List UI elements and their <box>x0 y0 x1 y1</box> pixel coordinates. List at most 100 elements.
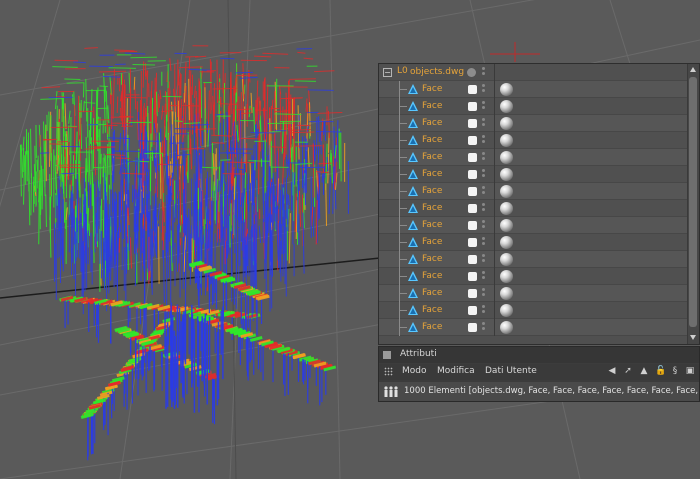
object-label[interactable]: Face <box>422 271 442 281</box>
back-arrow-icon[interactable]: ◀ <box>607 366 617 377</box>
material-sphere-icon[interactable] <box>500 270 513 283</box>
material-sphere-icon[interactable] <box>500 185 513 198</box>
visibility-toggle[interactable] <box>468 323 477 332</box>
pointer-icon[interactable]: ▲ <box>639 366 649 377</box>
object-tree-row[interactable]: Face <box>379 166 688 183</box>
object-label[interactable]: Face <box>422 237 442 247</box>
render-visibility-icon[interactable] <box>482 288 485 299</box>
render-visibility-icon[interactable] <box>482 169 485 180</box>
visibility-toggle[interactable] <box>468 85 477 94</box>
render-visibility-icon[interactable] <box>482 220 485 231</box>
visibility-toggle[interactable] <box>468 289 477 298</box>
render-visibility-icon[interactable] <box>482 237 485 248</box>
scroll-down-icon[interactable] <box>690 335 696 340</box>
object-tree-row[interactable]: Face <box>379 149 688 166</box>
object-tree-row[interactable]: Face <box>379 268 688 285</box>
visibility-toggle[interactable] <box>468 255 477 264</box>
object-label[interactable]: Face <box>422 288 442 298</box>
visibility-toggle[interactable] <box>468 119 477 128</box>
forward-arrow-icon[interactable]: ➚ <box>623 366 633 377</box>
visibility-toggle[interactable] <box>468 306 477 315</box>
object-label[interactable]: Face <box>422 101 442 111</box>
material-sphere-icon[interactable] <box>500 304 513 317</box>
object-label[interactable]: Face <box>422 135 442 145</box>
visibility-dot-icon[interactable] <box>467 68 476 77</box>
object-label[interactable]: Face <box>422 169 442 179</box>
visibility-toggle[interactable] <box>468 136 477 145</box>
material-sphere-icon[interactable] <box>500 236 513 249</box>
render-visibility-icon[interactable] <box>482 135 485 146</box>
object-tree-row[interactable]: Face <box>379 251 688 268</box>
scroll-thumb[interactable] <box>689 77 697 327</box>
object-label[interactable]: Face <box>422 152 442 162</box>
object-tree-row[interactable]: Face <box>379 200 688 217</box>
material-sphere-icon[interactable] <box>500 134 513 147</box>
render-visibility-icon[interactable] <box>482 203 485 214</box>
object-tree-row[interactable]: Face <box>379 98 688 115</box>
scroll-up-icon[interactable] <box>690 67 696 72</box>
material-sphere-icon[interactable] <box>500 287 513 300</box>
material-sphere-icon[interactable] <box>500 168 513 181</box>
tree-branch <box>399 123 407 124</box>
render-visibility-icon[interactable] <box>482 84 485 95</box>
menu-modo[interactable]: Modo <box>402 366 427 376</box>
attributes-title-bar: Attributi <box>379 347 699 363</box>
object-tree: − L0 objects.dwg Face Face Face Face Face Fac… <box>379 64 688 336</box>
material-sphere-icon[interactable] <box>500 321 513 334</box>
visibility-toggle[interactable] <box>468 221 477 230</box>
object-tree-row[interactable]: Face <box>379 217 688 234</box>
object-tree-row[interactable]: Face <box>379 81 688 98</box>
render-visibility-icon[interactable] <box>482 186 485 197</box>
object-label[interactable]: Face <box>422 203 442 213</box>
material-sphere-icon[interactable] <box>500 117 513 130</box>
menu-dati-utente[interactable]: Dati Utente <box>485 366 537 376</box>
object-tree-row[interactable]: Face <box>379 302 688 319</box>
tree-branch <box>399 242 407 243</box>
object-manager-scrollbar[interactable] <box>687 64 699 344</box>
menu-modifica[interactable]: Modifica <box>437 366 475 376</box>
object-label[interactable]: Face <box>422 305 442 315</box>
visibility-toggle[interactable] <box>468 272 477 281</box>
new-panel-icon[interactable]: ▣ <box>685 366 695 377</box>
link-icon[interactable]: § <box>670 366 680 377</box>
render-visibility-icon[interactable] <box>482 322 485 333</box>
lock-icon[interactable]: 🔓 <box>655 366 666 377</box>
render-visibility-icon[interactable] <box>482 67 485 78</box>
visibility-toggle[interactable] <box>468 187 477 196</box>
object-label[interactable]: Face <box>422 186 442 196</box>
render-visibility-icon[interactable] <box>482 101 485 112</box>
object-tree-root-row[interactable]: − L0 objects.dwg <box>379 64 688 81</box>
panel-handle-icon[interactable] <box>383 351 391 359</box>
visibility-toggle[interactable] <box>468 238 477 247</box>
object-tree-row[interactable]: Face <box>379 234 688 251</box>
object-label[interactable]: Face <box>422 322 442 332</box>
object-label[interactable]: Face <box>422 254 442 264</box>
grip-icon[interactable] <box>384 367 393 376</box>
object-label[interactable]: Face <box>422 118 442 128</box>
object-tree-row[interactable]: Face <box>379 319 688 336</box>
visibility-toggle[interactable] <box>468 170 477 179</box>
object-tree-row[interactable]: Face <box>379 132 688 149</box>
material-sphere-icon[interactable] <box>500 202 513 215</box>
visibility-toggle[interactable] <box>468 153 477 162</box>
object-tree-row[interactable]: Face <box>379 285 688 302</box>
material-sphere-icon[interactable] <box>500 151 513 164</box>
object-tree-row[interactable]: Face <box>379 115 688 132</box>
render-visibility-icon[interactable] <box>482 305 485 316</box>
render-visibility-icon[interactable] <box>482 271 485 282</box>
column-separator <box>494 302 495 319</box>
collapse-icon[interactable]: − <box>383 68 392 77</box>
visibility-toggle[interactable] <box>468 204 477 213</box>
render-visibility-icon[interactable] <box>482 254 485 265</box>
render-visibility-icon[interactable] <box>482 152 485 163</box>
root-object-label[interactable]: objects.dwg <box>410 67 464 77</box>
material-sphere-icon[interactable] <box>500 83 513 96</box>
visibility-toggle[interactable] <box>468 102 477 111</box>
object-label[interactable]: Face <box>422 220 442 230</box>
material-sphere-icon[interactable] <box>500 100 513 113</box>
render-visibility-icon[interactable] <box>482 118 485 129</box>
material-sphere-icon[interactable] <box>500 219 513 232</box>
object-label[interactable]: Face <box>422 84 442 94</box>
object-tree-row[interactable]: Face <box>379 183 688 200</box>
material-sphere-icon[interactable] <box>500 253 513 266</box>
